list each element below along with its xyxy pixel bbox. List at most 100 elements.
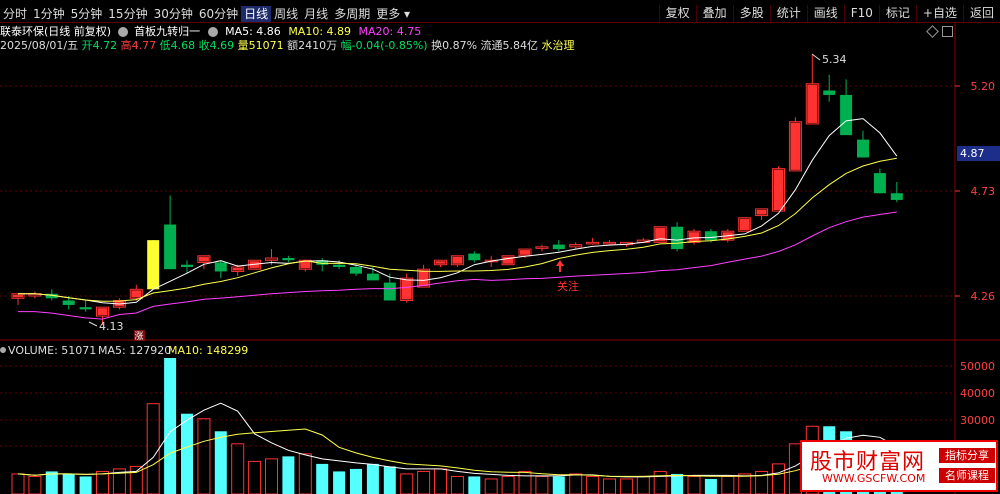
high-price-label: 5.34 <box>822 53 847 66</box>
candle-body <box>890 193 903 200</box>
volume-axis-label: 30000 <box>960 414 995 427</box>
volume-axis-label: 50000 <box>960 360 995 373</box>
candle-body <box>181 264 193 267</box>
volume-bar <box>366 463 379 494</box>
candle-body-fill <box>452 256 463 264</box>
volume-bar <box>214 431 227 494</box>
volume-bar <box>350 468 362 494</box>
volume-ma5-readout: MA5: 127920 <box>98 344 171 357</box>
volume-title: VOLUME: 51071 <box>8 344 96 357</box>
candle-body-fill <box>401 279 412 300</box>
price-axis-label: 5.20 <box>971 80 996 93</box>
candle-body <box>214 262 227 272</box>
volume-bar <box>518 470 532 494</box>
volume-bar <box>704 478 717 494</box>
volume-bar <box>552 476 565 494</box>
candle-body <box>586 241 600 245</box>
candle-body <box>350 266 362 274</box>
kline-chart[interactable]: 5.20 4.73 4.26 5.34 4.13 关注涨 VOLUME: 51071 MA5:… <box>0 0 1000 494</box>
candle-body <box>535 246 549 249</box>
candle-body-fill <box>807 84 818 123</box>
volume-bar <box>501 475 515 494</box>
candle-body-fill <box>232 267 243 271</box>
volume-bar <box>535 475 549 494</box>
volume-bar <box>400 473 414 494</box>
candle-body <box>873 173 886 194</box>
attention-label: 关注 <box>557 279 579 293</box>
watermark-tag-share: 指标分享 <box>939 448 995 463</box>
volume-bar <box>653 470 667 494</box>
volume-bar <box>28 475 42 494</box>
candle-body <box>62 300 75 305</box>
candle-body-fill <box>689 232 699 242</box>
volume-bar <box>248 460 262 494</box>
low-price-pointer <box>88 321 98 327</box>
limit-up-label: 涨 <box>134 331 143 342</box>
high-price-pointer <box>811 53 821 61</box>
volume-bar <box>619 478 633 494</box>
volume-bar <box>636 475 650 494</box>
volume-bar <box>62 473 75 494</box>
candle-body-fill <box>418 270 429 287</box>
volume-bar <box>282 456 295 494</box>
candle-body <box>840 94 853 136</box>
volume-bar <box>181 413 193 494</box>
candle-body <box>147 240 160 290</box>
volume-bar <box>231 443 245 494</box>
volume-bar <box>265 458 278 494</box>
watermark-logo: 股市财富网 WWW.GSCFW.COM 指标分享 名师课程 <box>800 440 998 492</box>
volume-bar <box>333 471 346 494</box>
volume-bar <box>450 475 464 494</box>
candle-body <box>79 307 92 310</box>
volume-bar <box>383 466 396 494</box>
candle-body-fill <box>97 308 108 316</box>
volume-bar <box>671 473 684 494</box>
volume-axis-label: 40000 <box>960 387 995 400</box>
watermark-url: WWW.GSCFW.COM <box>822 472 926 485</box>
candle-body-fill <box>756 209 767 215</box>
volume-ma10-readout: MA10: 148299 <box>168 344 248 357</box>
candle-body-fill <box>198 256 209 262</box>
candle-body-fill <box>300 261 311 269</box>
volume-menu-icon <box>0 347 6 353</box>
volume-bar <box>772 463 785 494</box>
price-axis-label: 4.26 <box>971 290 996 303</box>
low-price-label: 4.13 <box>99 320 124 333</box>
volume-bar <box>164 358 177 494</box>
current-price-marker: 4.87 <box>957 146 1000 161</box>
volume-bar <box>96 470 109 494</box>
candle-body-fill <box>790 122 801 170</box>
volume-bar <box>603 478 616 494</box>
up-arrow-icon <box>556 260 564 272</box>
candle-body-fill <box>739 218 750 231</box>
candle-body-fill <box>13 294 23 298</box>
volume-bar <box>146 403 160 494</box>
candle-body-fill <box>773 169 784 211</box>
candle-body <box>603 241 616 245</box>
volume-bar <box>79 476 92 494</box>
volume-bar <box>738 473 752 494</box>
watermark-tag-course: 名师课程 <box>939 468 995 483</box>
candle-body-fill <box>435 261 446 264</box>
volume-bar <box>484 478 498 494</box>
candle-body <box>823 90 836 95</box>
candle-body <box>552 244 565 250</box>
volume-bar <box>434 468 447 494</box>
candle-body <box>282 258 295 261</box>
candle-body <box>671 226 684 250</box>
volume-bar <box>721 475 735 494</box>
volume-bar <box>417 470 431 494</box>
candle-body <box>468 253 481 261</box>
volume-bar <box>586 475 600 494</box>
candle-body <box>704 231 717 241</box>
volume-bar <box>687 475 701 494</box>
candle-body <box>164 224 177 270</box>
candle-body <box>333 264 346 267</box>
volume-bar <box>468 476 481 494</box>
volume-bar <box>569 473 583 494</box>
volume-bar <box>45 471 58 494</box>
candle-body <box>857 139 869 158</box>
volume-ma10-line <box>17 428 897 477</box>
candle-body-fill <box>131 290 142 298</box>
volume-bar <box>11 473 25 494</box>
